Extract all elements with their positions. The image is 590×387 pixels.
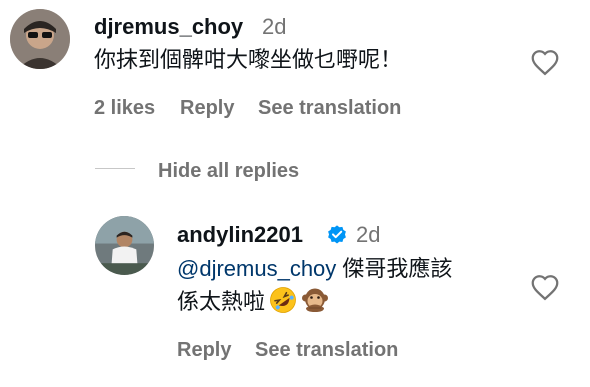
reply-reply-button[interactable]: Reply — [177, 339, 231, 362]
comment-reply-button[interactable]: Reply — [180, 97, 234, 120]
reply-text-part-2: 係太熱啦 — [177, 289, 266, 314]
speak-no-evil-monkey-emoji — [301, 286, 329, 314]
reply-text-line-2: 係太熱啦 — [177, 285, 329, 319]
reply-username[interactable]: andylin2201 — [177, 222, 303, 248]
like-reply-button[interactable] — [530, 273, 560, 301]
rolling-on-floor-laughing-emoji — [269, 286, 297, 314]
comment-likes-count[interactable]: 2 likes — [94, 97, 155, 120]
reply-timestamp: 2d — [356, 222, 381, 247]
mention-link[interactable]: @djremus_choy — [177, 256, 336, 281]
verified-badge-icon — [326, 224, 348, 246]
avatar-andylin2201[interactable] — [95, 216, 154, 275]
avatar-djremus-choy[interactable] — [10, 9, 70, 69]
like-comment-button[interactable] — [530, 48, 560, 76]
heart-icon — [530, 273, 560, 301]
comment-text: 你抹到個髀咁大嚟坐做乜嘢呢！ — [94, 47, 403, 72]
reply-see-translation-button[interactable]: See translation — [255, 339, 398, 362]
comment-username[interactable]: djremus_choy — [94, 14, 243, 40]
comment-see-translation-button[interactable]: See translation — [258, 97, 401, 120]
comment-timestamp: 2d — [262, 14, 287, 39]
heart-icon — [530, 48, 560, 76]
reply-text-line-1: @djremus_choy 傑哥我應該 — [177, 252, 452, 286]
hide-all-replies-button[interactable]: Hide all replies — [158, 160, 299, 183]
reply-text-part-1: 傑哥我應該 — [342, 256, 453, 281]
replies-divider — [95, 168, 135, 169]
